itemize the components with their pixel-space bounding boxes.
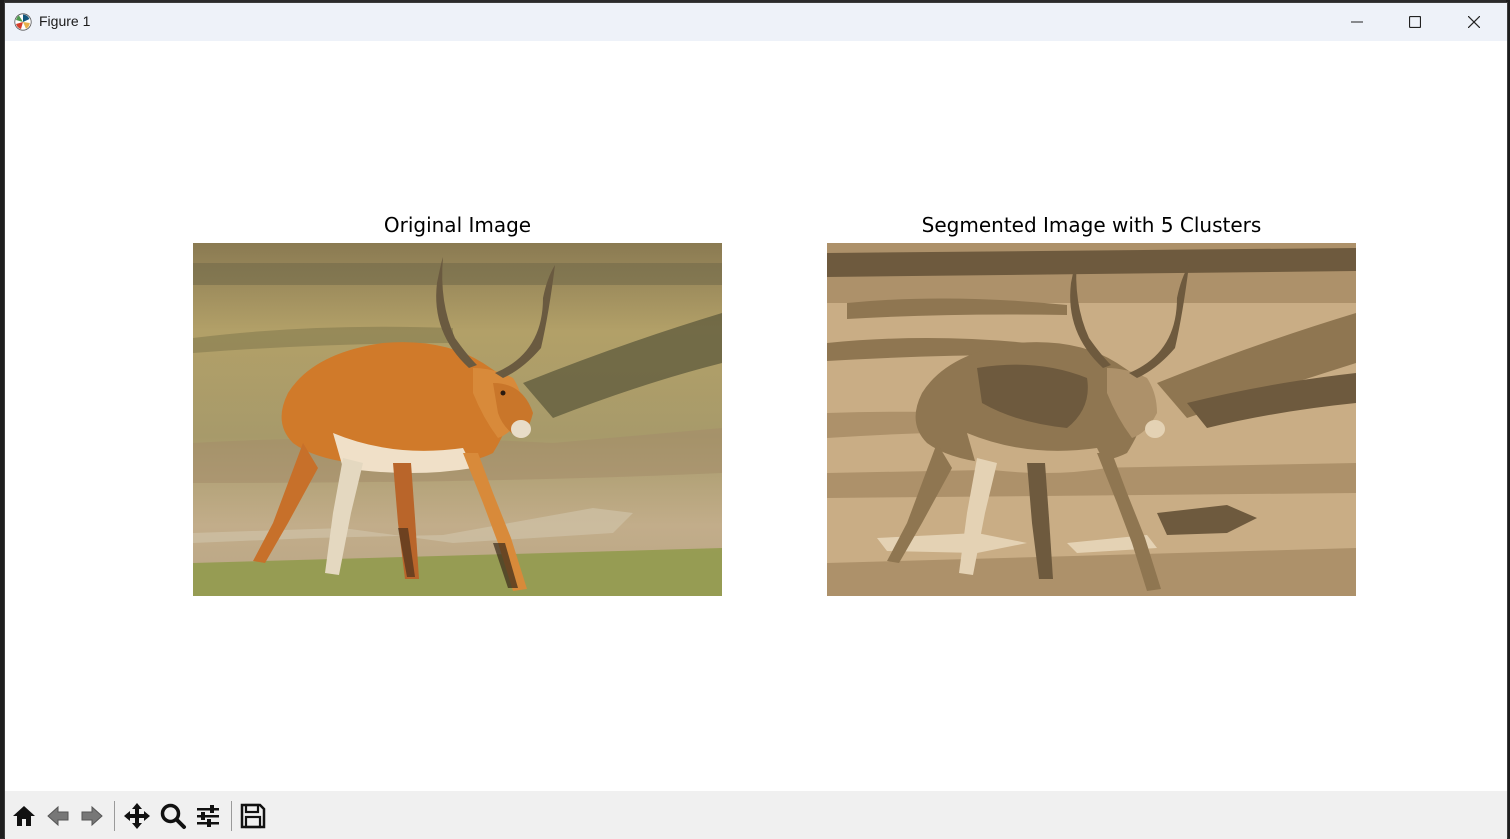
close-icon xyxy=(1468,16,1480,28)
navigation-toolbar xyxy=(5,791,1507,839)
segmented-image xyxy=(827,243,1356,596)
back-arrow-icon xyxy=(47,805,69,827)
minimize-button[interactable] xyxy=(1328,3,1386,41)
minimize-icon xyxy=(1351,21,1363,23)
home-icon xyxy=(13,806,35,826)
forward-button[interactable] xyxy=(75,799,109,833)
home-button[interactable] xyxy=(7,799,41,833)
save-icon xyxy=(240,803,266,829)
toolbar-separator xyxy=(231,801,232,831)
close-button[interactable] xyxy=(1445,3,1503,41)
figure-window: Figure 1 Original Image Segmented Image … xyxy=(4,2,1508,839)
zoom-button[interactable] xyxy=(156,799,190,833)
zoom-icon xyxy=(160,803,186,829)
right-axes-title: Segmented Image with 5 Clusters xyxy=(921,213,1262,237)
segmented-antelope xyxy=(827,243,1356,596)
original-image xyxy=(193,243,722,596)
toolbar-separator xyxy=(114,801,115,831)
title-bar[interactable]: Figure 1 xyxy=(5,3,1507,41)
save-button[interactable] xyxy=(236,799,270,833)
configure-subplots-icon xyxy=(197,805,219,827)
pan-icon xyxy=(124,803,150,829)
antelope-photo xyxy=(193,243,722,596)
back-button[interactable] xyxy=(41,799,75,833)
figure-canvas[interactable]: Original Image Segmented Image with 5 Cl… xyxy=(5,41,1507,791)
maximize-button[interactable] xyxy=(1386,3,1444,41)
configure-subplots-button[interactable] xyxy=(191,799,225,833)
forward-arrow-icon xyxy=(81,805,103,827)
pan-button[interactable] xyxy=(120,799,154,833)
matplotlib-logo-icon xyxy=(14,13,32,31)
window-title: Figure 1 xyxy=(39,13,91,29)
maximize-icon xyxy=(1409,16,1421,28)
left-axes-title: Original Image xyxy=(383,213,532,237)
